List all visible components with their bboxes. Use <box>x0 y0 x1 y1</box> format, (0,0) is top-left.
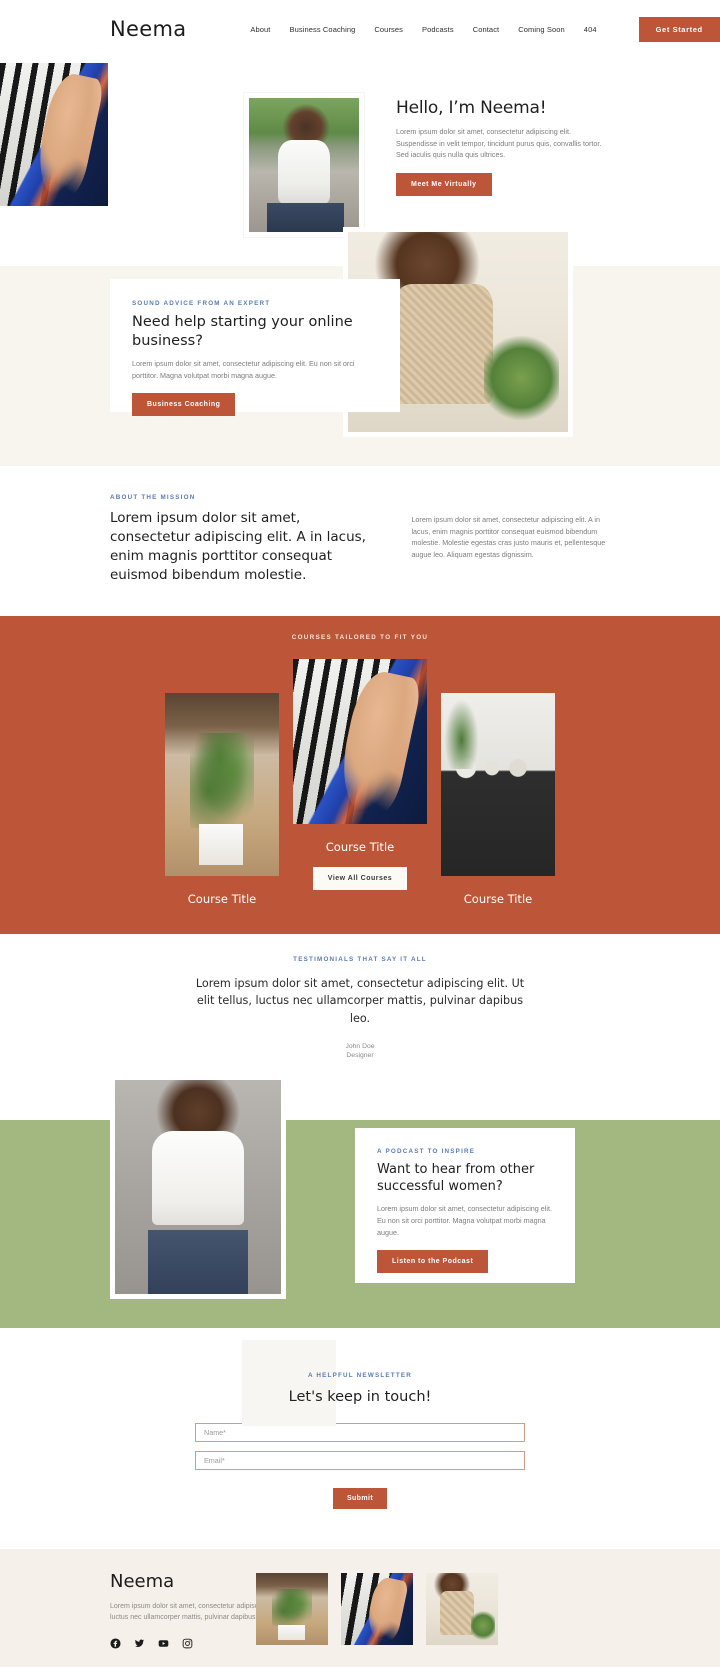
mission-section: ABOUT THE MISSION Lorem ipsum dolor sit … <box>0 466 720 616</box>
listen-to-podcast-button[interactable]: Listen to the Podcast <box>377 1250 489 1274</box>
brand-logo[interactable]: Neema <box>110 17 186 41</box>
footer-woman-photo[interactable] <box>426 1572 498 1645</box>
mission-body: Lorem ipsum dolor sit amet, consectetur … <box>411 515 606 559</box>
nav-item-contact[interactable]: Contact <box>473 25 500 34</box>
course-title-2: Course Title <box>325 839 395 854</box>
newsletter-decor-block <box>242 1339 336 1426</box>
nav-item-coming-soon[interactable]: Coming Soon <box>518 25 565 34</box>
hero-copy: Hello, I’m Neema! Lorem ipsum dolor sit … <box>396 98 606 196</box>
advice-title: Need help starting your online business? <box>132 314 353 349</box>
footer-left: Neema Lorem ipsum dolor sit amet, consec… <box>0 1571 320 1650</box>
nav-item-404[interactable]: 404 <box>584 25 597 34</box>
email-input[interactable] <box>195 1450 525 1470</box>
mission-eyebrow: ABOUT THE MISSION <box>110 494 196 501</box>
podcast-body: Lorem ipsum dolor sit amet, consectetur … <box>377 1204 552 1237</box>
newsletter-form: Submit <box>195 1422 525 1509</box>
site-footer: Neema Lorem ipsum dolor sit amet, consec… <box>0 1548 720 1667</box>
submit-button[interactable]: Submit <box>332 1487 388 1509</box>
testimonial-eyebrow: TESTIMONIALS THAT SAY IT ALL <box>293 955 427 963</box>
youtube-icon[interactable] <box>158 1638 169 1649</box>
newsletter-title: Let's keep in touch! <box>288 1388 432 1405</box>
main-navigation: About Business Coaching Courses Podcasts… <box>250 25 596 34</box>
mission-right: Lorem ipsum dolor sit amet, consectetur … <box>411 494 610 586</box>
podcast-title: Want to hear from other successful women… <box>377 1161 535 1194</box>
mission-heading: Lorem ipsum dolor sit amet, consectetur … <box>110 510 366 584</box>
footer-brand-logo[interactable]: Neema <box>110 1571 250 1592</box>
get-started-button[interactable]: Get Started <box>638 16 720 42</box>
advice-card: SOUND ADVICE FROM AN EXPERT Need help st… <box>110 279 400 417</box>
course-title-1: Course Title <box>187 891 257 906</box>
piano-hands-photo <box>0 58 113 211</box>
podcast-eyebrow: A PODCAST TO INSPIRE <box>377 1147 476 1155</box>
advice-eyebrow: SOUND ADVICE FROM AN EXPERT <box>132 300 271 307</box>
newsletter-eyebrow: A HELPFUL NEWSLETTER <box>307 1371 413 1379</box>
testimonial-author-name: John Doe <box>345 1042 375 1050</box>
courses-eyebrow: COURSES TAILORED TO FIT YOU <box>291 633 429 641</box>
neema-portrait-photo <box>244 93 364 237</box>
instagram-icon[interactable] <box>182 1638 193 1649</box>
social-links <box>110 1638 250 1649</box>
nav-item-about[interactable]: About <box>250 25 270 34</box>
course-card-1[interactable]: Course Title <box>165 659 279 906</box>
testimonial-quote: Lorem ipsum dolor sit amet, consectetur … <box>195 976 525 1025</box>
podcast-section: A PODCAST TO INSPIRE Want to hear from o… <box>0 1074 720 1328</box>
woman-laughing-photo <box>110 1074 286 1299</box>
footer-plant-photo[interactable] <box>256 1572 328 1645</box>
testimonial-section: TESTIMONIALS THAT SAY IT ALL Lorem ipsum… <box>0 933 720 1059</box>
mission-left: ABOUT THE MISSION Lorem ipsum dolor sit … <box>110 494 373 586</box>
twitter-icon[interactable] <box>134 1638 145 1649</box>
meet-me-virtually-button[interactable]: Meet Me Virtually <box>396 172 492 196</box>
courses-section: COURSES TAILORED TO FIT YOU Course Title… <box>0 615 720 934</box>
hero-title: Hello, I’m Neema! <box>396 98 547 118</box>
footer-gallery <box>256 1572 498 1645</box>
course-sofa-photo[interactable] <box>441 692 555 876</box>
course-plant-photo[interactable] <box>165 692 279 876</box>
newsletter-section: A HELPFUL NEWSLETTER Let's keep in touch… <box>0 1327 720 1549</box>
footer-piano-photo[interactable] <box>341 1572 413 1645</box>
podcast-card: A PODCAST TO INSPIRE Want to hear from o… <box>355 1127 575 1283</box>
business-coaching-button[interactable]: Business Coaching <box>132 393 236 417</box>
course-piano-photo[interactable] <box>293 658 427 824</box>
course-card-2[interactable]: Course Title View All Courses <box>293 658 427 890</box>
hero-body: Lorem ipsum dolor sit amet, consectetur … <box>396 127 602 160</box>
testimonial-author-role: Designer <box>346 1051 374 1059</box>
facebook-icon[interactable] <box>110 1638 121 1649</box>
nav-item-business-coaching[interactable]: Business Coaching <box>289 25 355 34</box>
nav-item-courses[interactable]: Courses <box>374 25 403 34</box>
advice-section: SOUND ADVICE FROM AN EXPERT Need help st… <box>0 227 720 466</box>
nav-item-podcasts[interactable]: Podcasts <box>422 25 454 34</box>
course-title-3: Course Title <box>463 891 533 906</box>
course-card-3[interactable]: Course Title <box>441 659 555 906</box>
site-header: Neema About Business Coaching Courses Po… <box>0 0 720 58</box>
view-all-courses-button[interactable]: View All Courses <box>312 866 408 890</box>
advice-body: Lorem ipsum dolor sit amet, consectetur … <box>132 359 355 380</box>
